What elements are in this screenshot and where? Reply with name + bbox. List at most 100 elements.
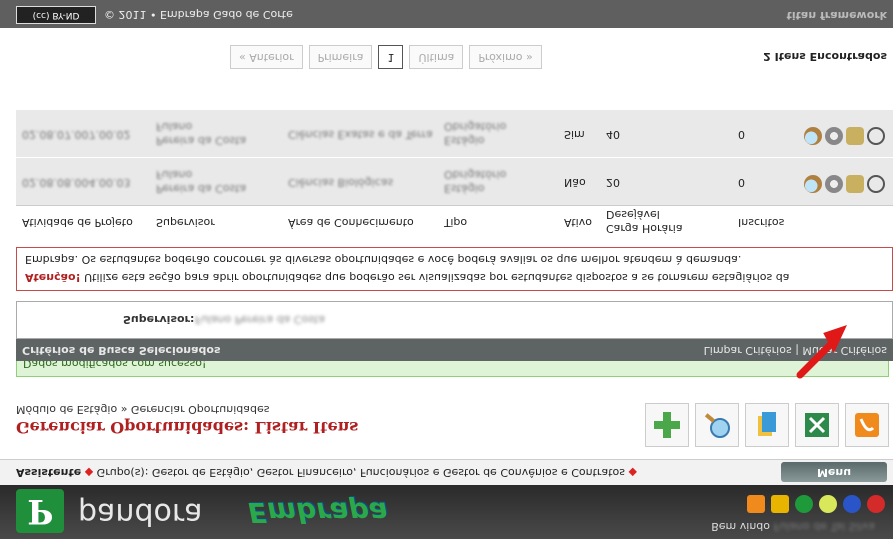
cell-area: Ciências Biológicas bbox=[288, 176, 394, 189]
flipped-view: P pandora Embrapa Bem vindo Fulano de Ta… bbox=[0, 0, 893, 539]
next-page-button[interactable]: Próximo » bbox=[469, 45, 542, 69]
cell-supervisor-1: Pereira da Costa bbox=[156, 134, 247, 147]
col-workload-desired: Desejável bbox=[606, 208, 660, 221]
col-activity[interactable]: Atividade de Projeto bbox=[22, 216, 133, 229]
page: P pandora Embrapa Bem vindo Fulano de Ta… bbox=[0, 0, 893, 539]
page-title: Gerenciar Oportunidades: Listar Itens bbox=[16, 418, 359, 437]
plus-icon bbox=[654, 412, 680, 438]
funnel-icon[interactable] bbox=[771, 495, 789, 513]
app-name[interactable]: pandora bbox=[78, 496, 203, 531]
toolbar bbox=[645, 403, 889, 447]
add-button[interactable] bbox=[645, 403, 689, 447]
previous-page-button[interactable]: « Anterior bbox=[230, 45, 303, 69]
cell-supervisor-2: Fulano bbox=[156, 168, 193, 181]
arrow-right-icon: ◆ bbox=[628, 466, 637, 479]
attention-line-1: Atenção! Utilize esta seção para abrir o… bbox=[25, 271, 789, 284]
attention-text-1: Utilize esta seção para abrir oportunida… bbox=[84, 271, 790, 284]
copyright: © 2011 • Embrapa Gado de Corte bbox=[104, 8, 293, 21]
menu-button[interactable]: Menu bbox=[781, 462, 887, 482]
gear-icon[interactable] bbox=[825, 175, 843, 193]
table-row[interactable]: 02.08.07.007.00.02 Pereira da Costa Fula… bbox=[16, 109, 893, 157]
cell-type-1: Estágio bbox=[444, 182, 485, 195]
user-name: Fulano de Tal Silva bbox=[773, 520, 875, 533]
table-header: Atividade de Projeto Supervisor Área de … bbox=[16, 205, 893, 239]
col-active[interactable]: Ativo bbox=[564, 216, 592, 229]
cell-type-1: Estágio bbox=[444, 134, 485, 147]
row-actions bbox=[804, 175, 885, 193]
lock-icon[interactable] bbox=[846, 175, 864, 193]
export-excel-button[interactable] bbox=[795, 403, 839, 447]
cell-area: Ciências Exatas e da Terra bbox=[288, 128, 433, 141]
spreadsheet-icon bbox=[805, 413, 829, 437]
last-page-button[interactable]: Última bbox=[409, 45, 464, 69]
view-icon[interactable] bbox=[804, 127, 822, 145]
cell-workload: 20 bbox=[606, 176, 620, 189]
copy-icon[interactable] bbox=[867, 175, 885, 193]
powered-by-logo[interactable]: titan framework bbox=[787, 9, 887, 22]
table-row[interactable]: 02.08.08.004.00.03 Pereira da Costa Fula… bbox=[16, 157, 893, 205]
arrow-right-icon: ◆ bbox=[84, 466, 94, 479]
current-page[interactable]: 1 bbox=[378, 45, 404, 69]
red-arrow-annotation bbox=[796, 325, 847, 379]
group-info: Assistente ◆ Grupo(s): Gestor de Estágio… bbox=[16, 466, 637, 479]
search-button[interactable] bbox=[695, 403, 739, 447]
pagination: « Anterior Primeira 1 Última Próximo » bbox=[230, 45, 542, 69]
attention-box: Atenção! Utilize esta seção para abrir o… bbox=[16, 247, 893, 291]
criteria-bar: Critérios de Busca Selecionados Limpar C… bbox=[16, 339, 893, 361]
search-icon bbox=[704, 413, 730, 438]
view-icon[interactable] bbox=[804, 175, 822, 193]
supervisor-value: Fulano Pereira da Costa bbox=[195, 313, 325, 326]
group-list: Grupo(s): Gestor de Estágio, Gestor Fina… bbox=[96, 466, 625, 479]
row-actions bbox=[804, 127, 885, 145]
cell-active: Sim bbox=[564, 128, 585, 141]
cell-workload: 40 bbox=[606, 128, 620, 141]
cell-type-2: Obrigatório bbox=[444, 168, 507, 181]
lock-icon[interactable] bbox=[846, 127, 864, 145]
assistente-label[interactable]: Assistente bbox=[16, 466, 81, 479]
criteria-box: Supervisor: Fulano Pereira da Costa bbox=[16, 301, 893, 339]
export-pdf-button[interactable] bbox=[845, 403, 889, 447]
app-header: P pandora Embrapa Bem vindo Fulano de Ta… bbox=[0, 485, 893, 539]
help-icon[interactable] bbox=[843, 495, 861, 513]
copy-icon[interactable] bbox=[867, 127, 885, 145]
creative-commons-badge[interactable]: (cc) BY-ND bbox=[16, 6, 96, 24]
col-area[interactable]: Área de Conhecimento bbox=[288, 216, 414, 229]
cell-supervisor-1: Pereira da Costa bbox=[156, 182, 247, 195]
footer: (cc) BY-ND © 2011 • Embrapa Gado de Cort… bbox=[0, 0, 893, 28]
embrapa-logo: Embrapa bbox=[248, 496, 388, 529]
cell-activity: 02.08.08.004.00.03 bbox=[22, 176, 131, 189]
group-bar: Assistente ◆ Grupo(s): Gestor de Estágio… bbox=[0, 459, 893, 485]
attention-line-2: Embrapa. Os estudantes poderão concorrer… bbox=[25, 253, 742, 266]
welcome-label: Bem vindo bbox=[711, 520, 771, 533]
download-icon[interactable] bbox=[747, 495, 765, 513]
cell-activity: 02.08.07.007.00.02 bbox=[22, 128, 131, 141]
welcome-text: Bem vindo Fulano de Tal Silva bbox=[711, 520, 875, 533]
cell-type-2: Obrigatório bbox=[444, 120, 507, 133]
cell-supervisor-2: Fulano bbox=[156, 120, 193, 133]
criteria-title: Critérios de Busca Selecionados bbox=[22, 344, 221, 357]
sort-button[interactable] bbox=[745, 403, 789, 447]
gear-icon[interactable] bbox=[825, 127, 843, 145]
col-workload[interactable]: Carga Horária bbox=[606, 222, 683, 235]
cell-enrolled: 0 bbox=[738, 128, 745, 141]
first-page-button[interactable]: Primeira bbox=[308, 45, 373, 69]
title-area: Módulo de Estágio » Gerenciar Oportunida… bbox=[0, 379, 893, 459]
pdf-icon bbox=[855, 413, 879, 437]
header-tray bbox=[747, 495, 885, 513]
cc-license: BY-ND bbox=[52, 10, 80, 20]
cell-active: Não bbox=[564, 176, 586, 189]
supervisor-label: Supervisor: bbox=[123, 313, 195, 326]
sort-icon bbox=[758, 412, 776, 436]
pandora-logo-mark[interactable]: P bbox=[16, 489, 64, 533]
items-found: 2 Itens Encontrados bbox=[763, 50, 887, 63]
col-enrolled[interactable]: Inscritos bbox=[738, 216, 784, 229]
col-supervisor[interactable]: Supervisor bbox=[156, 216, 215, 229]
power-icon[interactable] bbox=[867, 495, 885, 513]
attention-label: Atenção! bbox=[25, 271, 81, 284]
cell-enrolled: 0 bbox=[738, 176, 745, 189]
lifebuoy-icon[interactable] bbox=[819, 495, 837, 513]
breadcrumb: Módulo de Estágio » Gerenciar Oportunida… bbox=[16, 403, 270, 416]
brazil-flag-icon[interactable] bbox=[795, 495, 813, 513]
col-type[interactable]: Tipo bbox=[444, 216, 467, 229]
clear-criteria-link[interactable]: Limpar Critérios bbox=[704, 344, 792, 357]
